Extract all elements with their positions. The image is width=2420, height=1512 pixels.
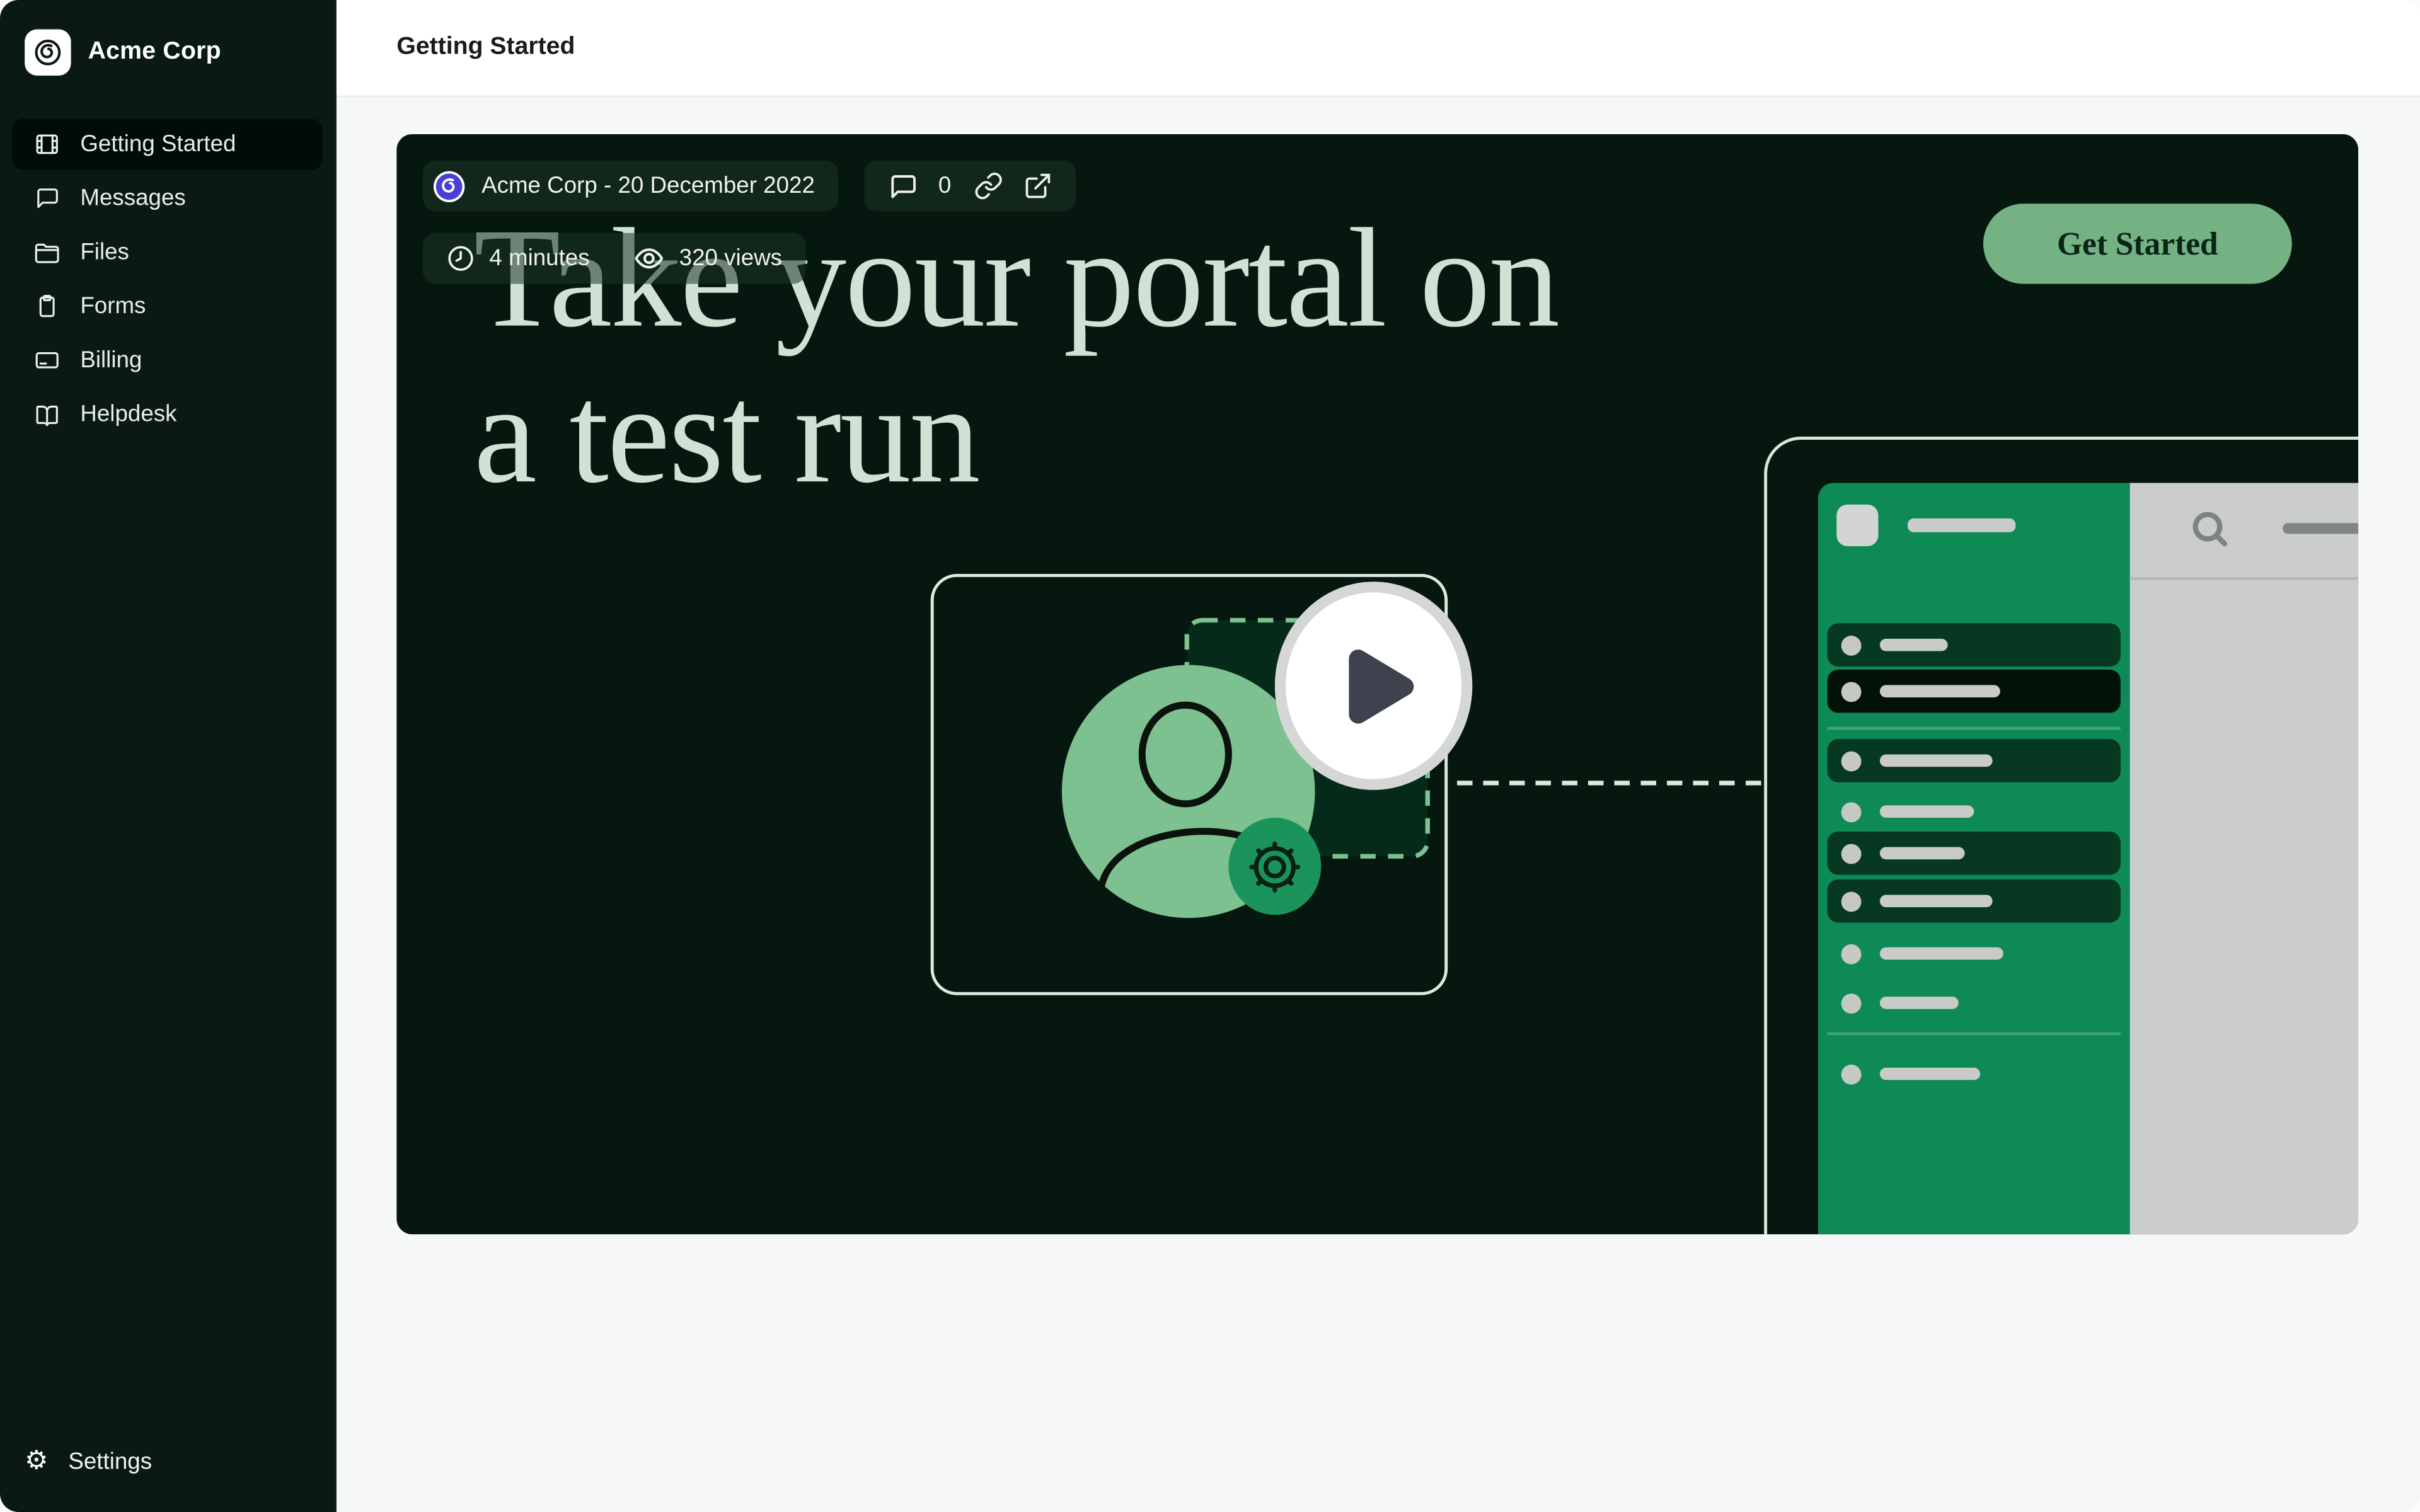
sidebar-item-label: Billing xyxy=(80,347,142,374)
comments-count: 0 xyxy=(938,173,951,199)
sidebar-item-label: Files xyxy=(80,239,129,266)
folder-icon xyxy=(34,239,60,266)
sidebar-item-files[interactable]: Files xyxy=(13,227,323,278)
credit-card-icon xyxy=(34,347,60,374)
mock-nav-item xyxy=(1828,937,2121,971)
sidebar-item-label: Forms xyxy=(80,293,146,319)
mock-sidebar xyxy=(1818,483,2130,1235)
link-icon[interactable] xyxy=(974,171,1004,201)
brand: Acme Corp xyxy=(0,0,337,97)
play-icon xyxy=(1347,647,1415,724)
source-badge: Acme Corp - 20 December 2022 xyxy=(423,161,838,212)
play-button[interactable] xyxy=(1275,581,1472,790)
main-panel: Take your portal on a test run Acme Corp… xyxy=(337,97,2420,1512)
source-badge-label: Acme Corp - 20 December 2022 xyxy=(481,173,815,199)
placeholder-dot xyxy=(1841,801,1862,822)
brand-logo xyxy=(25,30,71,76)
placeholder-bar xyxy=(1880,805,1974,818)
sidebar-item-settings[interactable]: ⚙ Settings xyxy=(0,1436,337,1487)
placeholder-bar xyxy=(1880,755,1993,767)
content-area: Getting Started Take your portal on a te… xyxy=(337,0,2420,1512)
mock-search-row xyxy=(2189,508,2358,549)
swirl-logo-icon xyxy=(32,37,63,68)
sidebar-nav: Getting Started Messages Files xyxy=(0,119,337,443)
dashed-connector xyxy=(1457,781,1764,785)
placeholder-dot xyxy=(1841,993,1862,1013)
placeholder-bar xyxy=(1880,847,1965,859)
sidebar-item-helpdesk[interactable]: Helpdesk xyxy=(13,389,323,440)
mock-nav-item xyxy=(1828,879,2121,923)
avatar-gear-badge xyxy=(1228,818,1321,915)
placeholder-dot xyxy=(1841,1064,1862,1084)
sidebar-item-label: Getting Started xyxy=(80,131,236,158)
mock-window xyxy=(1818,483,2358,1235)
sidebar-item-forms[interactable]: Forms xyxy=(13,281,323,332)
placeholder-bar xyxy=(1880,997,1959,1009)
chat-icon xyxy=(34,185,60,212)
gear-outline-icon xyxy=(1241,832,1309,900)
top-bar: Getting Started xyxy=(337,0,2420,97)
placeholder-bar xyxy=(1880,639,1948,651)
comment-icon[interactable] xyxy=(887,171,918,202)
getting-started-hero-card: Take your portal on a test run Acme Corp… xyxy=(396,134,2358,1234)
brand-name: Acme Corp xyxy=(88,38,221,66)
hero-badge-row: Acme Corp - 20 December 2022 0 xyxy=(423,161,1076,212)
mock-nav-item xyxy=(1828,1057,2121,1091)
sidebar-item-label: Messages xyxy=(80,185,185,212)
placeholder-bar xyxy=(1880,948,2003,960)
placeholder-dot xyxy=(1841,891,1862,911)
external-link-icon[interactable] xyxy=(1023,171,1053,201)
placeholder-bar xyxy=(2283,523,2358,534)
sidebar-item-billing[interactable]: Billing xyxy=(13,335,323,386)
clock-icon xyxy=(446,244,476,273)
sidebar-bottom: ⚙ Settings xyxy=(0,1436,337,1512)
read-time: 4 minutes xyxy=(489,245,589,272)
mock-nav-item xyxy=(1828,623,2121,667)
client-portal-app: Acme Corp Getting Started Messages xyxy=(0,0,2420,1512)
mock-logo-placeholder xyxy=(1836,505,1878,546)
acme-logo-icon xyxy=(432,169,466,203)
sidebar-item-getting-started[interactable]: Getting Started xyxy=(13,119,323,170)
placeholder-dot xyxy=(1841,635,1862,655)
placeholder-dot xyxy=(1841,750,1862,770)
film-icon xyxy=(34,131,60,158)
page-title: Getting Started xyxy=(396,34,575,62)
mock-nav-item xyxy=(1828,739,2121,782)
placeholder-bar xyxy=(1908,518,2015,532)
mock-divider xyxy=(1828,1032,2121,1035)
views-count: 320 views xyxy=(679,245,782,272)
mock-content-divider xyxy=(2130,577,2358,580)
placeholder-dot xyxy=(1841,843,1862,863)
placeholder-bar xyxy=(1880,685,2000,697)
sidebar: Acme Corp Getting Started Messages xyxy=(0,0,337,1512)
mock-nav-item xyxy=(1828,794,2121,828)
mock-nav-item xyxy=(1828,986,2121,1020)
mock-nav-item-selected xyxy=(1828,670,2121,713)
placeholder-dot xyxy=(1841,944,1862,964)
hero-illustration xyxy=(396,134,2358,1234)
mock-nav-item xyxy=(1828,832,2121,875)
settings-label: Settings xyxy=(68,1449,152,1475)
get-started-button[interactable]: Get Started xyxy=(1983,203,2292,284)
hero-meta: 4 minutes 320 views xyxy=(423,233,805,284)
hero-actions: 0 xyxy=(864,161,1076,212)
mock-sidebar-header xyxy=(1836,505,2129,546)
clipboard-icon xyxy=(34,293,60,319)
search-icon xyxy=(2189,508,2230,549)
mock-content xyxy=(2130,483,2358,1235)
sidebar-item-label: Helpdesk xyxy=(80,401,176,428)
book-icon xyxy=(34,401,60,428)
sidebar-item-messages[interactable]: Messages xyxy=(13,173,323,224)
screen: Acme Corp Getting Started Messages xyxy=(0,0,2420,1512)
eye-icon xyxy=(633,242,665,274)
gear-icon: ⚙ xyxy=(25,1449,48,1475)
placeholder-bar xyxy=(1880,1068,1980,1080)
mock-divider xyxy=(1828,726,2121,730)
placeholder-bar xyxy=(1880,895,1993,907)
placeholder-dot xyxy=(1841,681,1862,701)
